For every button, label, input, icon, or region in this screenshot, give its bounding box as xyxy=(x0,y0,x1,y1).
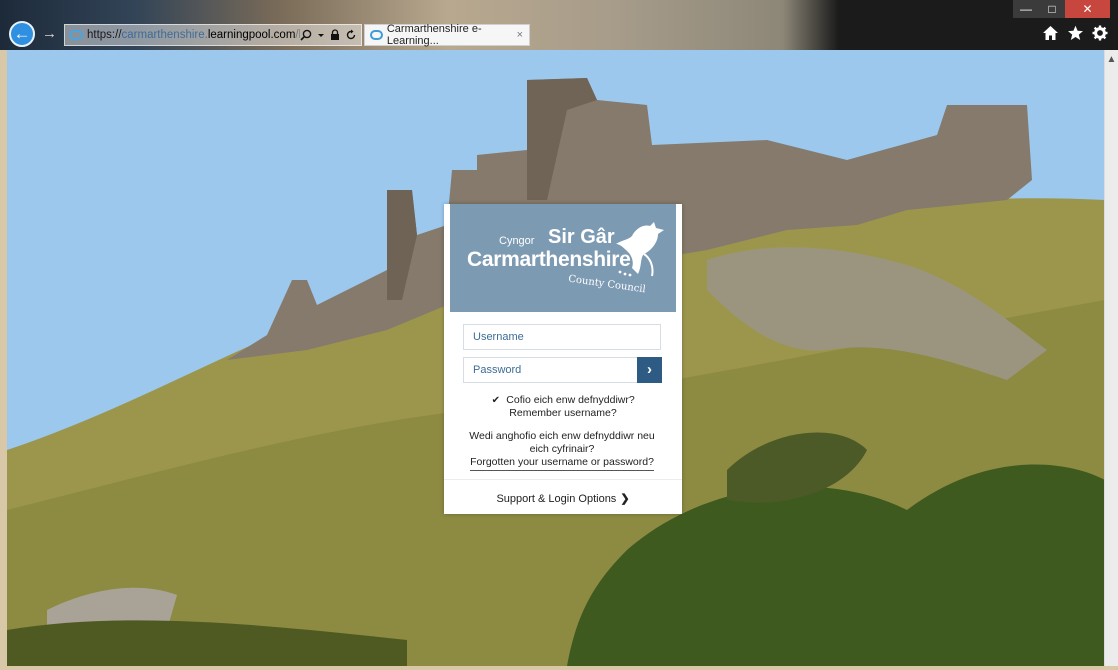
support-login-options-link[interactable]: Support & Login Options ❯ xyxy=(444,492,682,505)
forgot-link-en[interactable]: Forgotten your username or password? xyxy=(470,456,654,471)
tab-active[interactable]: Carmarthenshire e-Learning... × xyxy=(364,23,530,47)
remember-label-cy: Cofio eich enw defnyddiwr? xyxy=(506,394,635,406)
lock-icon[interactable] xyxy=(330,29,340,41)
password-input[interactable]: Password xyxy=(463,357,638,383)
remember-username: ✔ Cofio eich enw defnyddiwr? Remember use… xyxy=(444,394,682,420)
settings-gear-icon[interactable] xyxy=(1092,25,1108,41)
username-input[interactable]: Username xyxy=(463,324,661,350)
logo-sir-gar-text: Sir Gâr xyxy=(548,226,615,248)
dropdown-icon[interactable] xyxy=(317,29,325,41)
url-protocol: https:// xyxy=(87,29,122,41)
chevron-right-icon: ❯ xyxy=(620,493,630,505)
remember-username-checkbox[interactable]: ✔ xyxy=(491,394,500,407)
logo-cyngor-text: Cyngor xyxy=(499,235,535,247)
favorites-star-icon[interactable] xyxy=(1067,25,1084,41)
url-domain: learningpool.com xyxy=(207,29,296,41)
logo-carmarthenshire-text: Carmarthenshire xyxy=(467,248,631,271)
tab-title: Carmarthenshire e-Learning... xyxy=(386,23,482,47)
search-icon[interactable] xyxy=(300,29,312,41)
card-divider xyxy=(444,479,682,480)
tab-close-icon[interactable]: × xyxy=(517,29,523,41)
dragon-logo-icon xyxy=(616,222,664,277)
address-bar[interactable]: https:// carmarthenshire. learningpool.c… xyxy=(64,24,362,46)
browser-chrome: ← → https:// carmarthenshire. learningpo… xyxy=(0,0,1118,50)
refresh-icon[interactable] xyxy=(345,29,357,41)
login-card: Cyngor Sir Gâr Carmarthenshire County Co… xyxy=(444,204,682,514)
maximize-icon[interactable]: □ xyxy=(1039,0,1065,18)
support-label: Support & Login Options xyxy=(496,493,617,505)
home-icon[interactable] xyxy=(1042,25,1059,41)
forgot-credentials: Wedi anghofio eich enw defnyddiwr neu ei… xyxy=(462,430,662,471)
url-path: /logir xyxy=(295,29,300,41)
forward-button[interactable]: → xyxy=(42,25,57,42)
page-viewport: Cyngor Sir Gâr Carmarthenshire County Co… xyxy=(7,50,1105,666)
scroll-up-icon[interactable]: ▲ xyxy=(1106,54,1117,65)
site-favicon-icon xyxy=(69,30,83,40)
login-submit-button[interactable]: › xyxy=(637,357,662,383)
vertical-scrollbar[interactable]: ▲ xyxy=(1104,50,1118,666)
forgot-link-cy[interactable]: Wedi anghofio eich enw defnyddiwr neu ei… xyxy=(469,430,654,455)
council-logo: Cyngor Sir Gâr Carmarthenshire County Co… xyxy=(450,204,676,312)
remember-label-en: Remember username? xyxy=(509,407,617,419)
window-close-icon[interactable]: ✕ xyxy=(1065,0,1110,18)
url-subdomain: carmarthenshire. xyxy=(121,29,208,41)
tab-favicon-icon xyxy=(370,30,383,40)
minimize-icon[interactable]: — xyxy=(1013,0,1039,18)
back-button[interactable]: ← xyxy=(9,21,35,47)
